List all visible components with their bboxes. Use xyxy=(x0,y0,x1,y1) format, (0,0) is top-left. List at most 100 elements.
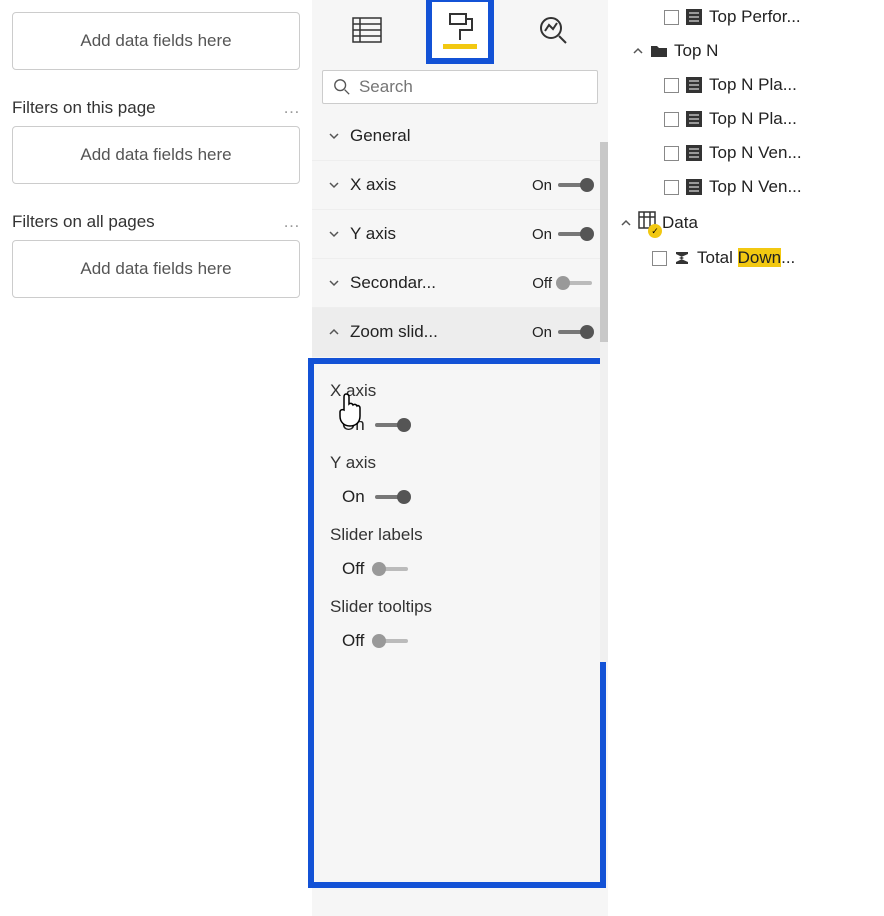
section-secondary[interactable]: Secondar... Off xyxy=(312,259,608,308)
switch-icon xyxy=(374,639,408,643)
chevron-down-icon xyxy=(328,277,340,289)
checkbox-icon[interactable] xyxy=(664,146,679,161)
slider-labels-label: Slider labels xyxy=(330,525,590,545)
toggle-yaxis[interactable]: On xyxy=(532,226,592,243)
toggle-state: On xyxy=(342,487,365,507)
group-label: Data xyxy=(662,213,698,233)
toggle-state: Off xyxy=(342,631,364,651)
chevron-up-icon xyxy=(328,326,340,338)
section-label: General xyxy=(350,126,410,146)
filters-page-header: Filters on this page … xyxy=(12,94,300,126)
toggle-slider-labels[interactable]: Off xyxy=(330,559,590,579)
chevron-up-icon xyxy=(620,217,632,229)
active-tab-underline xyxy=(443,44,477,49)
switch-icon xyxy=(375,423,409,427)
switch-icon xyxy=(374,567,408,571)
toggle-secondary[interactable]: Off xyxy=(532,275,592,292)
field-topn-pla2[interactable]: Top N Pla... xyxy=(614,102,878,136)
group-top-n[interactable]: Top N xyxy=(614,34,878,68)
folder-icon xyxy=(650,42,668,60)
group-label: Top N xyxy=(674,41,718,61)
field-top-performer[interactable]: Top Perfor... xyxy=(614,0,878,34)
zoom-xaxis-label: X axis xyxy=(330,381,590,401)
checkbox-icon[interactable] xyxy=(664,10,679,25)
check-badge-icon xyxy=(648,224,662,238)
checkbox-icon[interactable] xyxy=(664,180,679,195)
placeholder-text: Add data fields here xyxy=(80,259,231,279)
switch-icon xyxy=(558,330,592,334)
chevron-up-icon xyxy=(632,45,644,57)
scrollbar-thumb[interactable] xyxy=(600,142,608,342)
switch-icon xyxy=(375,495,409,499)
measure-icon xyxy=(685,110,703,128)
chevron-down-icon xyxy=(328,179,340,191)
field-label: Total Down... xyxy=(697,248,795,268)
format-panel: General X axis On Y axis On xyxy=(312,0,608,916)
field-topn-ven1[interactable]: Top N Ven... xyxy=(614,136,878,170)
more-icon[interactable]: … xyxy=(283,98,300,118)
toggle-state: On xyxy=(532,177,552,194)
checkbox-icon[interactable] xyxy=(664,112,679,127)
section-label: X axis xyxy=(350,175,396,195)
section-yaxis[interactable]: Y axis On xyxy=(312,210,608,259)
measure-icon xyxy=(685,8,703,26)
field-label: Top N Ven... xyxy=(709,177,802,197)
filters-all-label: Filters on all pages xyxy=(12,212,155,232)
switch-icon xyxy=(558,183,592,187)
field-total-down[interactable]: Total Down... xyxy=(614,241,878,275)
more-icon[interactable]: … xyxy=(283,212,300,232)
section-xaxis[interactable]: X axis On xyxy=(312,161,608,210)
format-tabs xyxy=(312,0,608,62)
tab-fields-icon[interactable] xyxy=(339,2,395,58)
sigma-icon xyxy=(673,249,691,267)
toggle-state: On xyxy=(532,324,552,341)
field-topn-pla1[interactable]: Top N Pla... xyxy=(614,68,878,102)
toggle-state: Off xyxy=(342,559,364,579)
section-general[interactable]: General xyxy=(312,112,608,161)
field-label: Top Perfor... xyxy=(709,7,801,27)
toggle-xaxis[interactable]: On xyxy=(532,177,592,194)
chevron-down-icon xyxy=(328,228,340,240)
placeholder-text: Add data fields here xyxy=(80,145,231,165)
measure-icon xyxy=(685,76,703,94)
toggle-zoom-xaxis[interactable]: On xyxy=(330,415,590,435)
chevron-down-icon xyxy=(328,130,340,142)
filter-visual-dropzone[interactable]: Add data fields here xyxy=(12,12,300,70)
measure-icon xyxy=(685,178,703,196)
section-label: Zoom slid... xyxy=(350,322,438,342)
search-icon xyxy=(333,77,351,97)
field-label: Top N Pla... xyxy=(709,75,797,95)
format-accordion: General X axis On Y axis On xyxy=(312,112,608,679)
placeholder-text: Add data fields here xyxy=(80,31,231,51)
checkbox-icon[interactable] xyxy=(652,251,667,266)
fields-panel: Top Perfor... Top N Top N Pla... Top N P… xyxy=(608,0,884,916)
toggle-slider-tooltips[interactable]: Off xyxy=(330,631,590,651)
search-input[interactable] xyxy=(359,77,587,97)
section-zoom-slider[interactable]: Zoom slid... On xyxy=(312,308,608,357)
tab-analytics-icon[interactable] xyxy=(525,2,581,58)
filters-panel: Add data fields here Filters on this pag… xyxy=(0,0,312,916)
table-icon xyxy=(638,211,656,234)
toggle-state: Off xyxy=(532,275,552,292)
toggle-zoom-yaxis[interactable]: On xyxy=(330,487,590,507)
switch-icon xyxy=(558,232,592,236)
search-box[interactable] xyxy=(322,70,598,104)
filter-all-dropzone[interactable]: Add data fields here xyxy=(12,240,300,298)
zoom-slider-content: X axis On Y axis On Slider labels Off Sl… xyxy=(312,357,608,679)
filters-page-label: Filters on this page xyxy=(12,98,156,118)
group-data[interactable]: Data xyxy=(614,204,878,241)
toggle-zoom[interactable]: On xyxy=(532,324,592,341)
checkbox-icon[interactable] xyxy=(664,78,679,93)
toggle-state: On xyxy=(342,415,365,435)
field-label: Top N Pla... xyxy=(709,109,797,129)
field-topn-ven2[interactable]: Top N Ven... xyxy=(614,170,878,204)
tab-format-icon[interactable] xyxy=(432,2,488,58)
section-label: Secondar... xyxy=(350,273,436,293)
slider-tooltips-label: Slider tooltips xyxy=(330,597,590,617)
toggle-state: On xyxy=(532,226,552,243)
zoom-yaxis-label: Y axis xyxy=(330,453,590,473)
filters-all-header: Filters on all pages … xyxy=(12,208,300,240)
filter-page-dropzone[interactable]: Add data fields here xyxy=(12,126,300,184)
section-label: Y axis xyxy=(350,224,396,244)
measure-icon xyxy=(685,144,703,162)
